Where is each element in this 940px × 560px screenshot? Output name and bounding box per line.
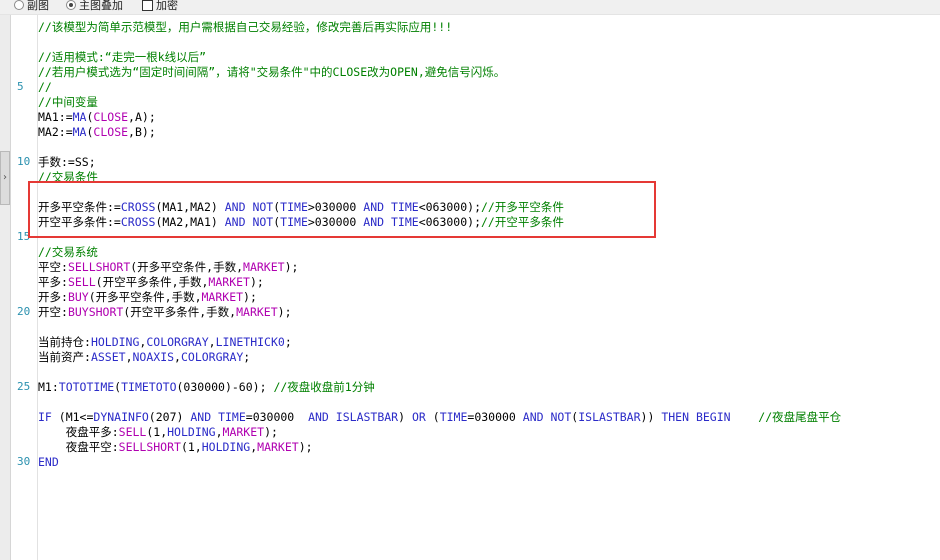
line-number: 20	[17, 305, 31, 318]
code-line-11: //交易条件	[38, 170, 98, 184]
subchart-option[interactable]: 副图	[14, 0, 49, 13]
line-number: 15	[17, 230, 31, 243]
code-line-18: 平多:SELL(开空平多条件,手数,MARKET);	[38, 275, 264, 289]
line-number: 25	[17, 380, 31, 393]
code-line-30: END	[38, 455, 59, 469]
code-line-29: 夜盘平空:SELLSHORT(1,HOLDING,MARKET);	[65, 440, 313, 454]
encrypt-label: 加密	[156, 0, 178, 12]
subchart-radio-icon[interactable]	[14, 0, 24, 10]
line-number: 30	[17, 455, 31, 468]
line-number-gutter: 5 10 15 20 25 30	[11, 15, 38, 560]
code-line-23: 当前资产:ASSET,NOAXIS,COLORGRAY;	[38, 350, 251, 364]
overlay-label: 主图叠加	[79, 0, 123, 12]
encrypt-option[interactable]: 加密	[142, 0, 178, 13]
code-line-16: //交易系统	[38, 245, 98, 259]
code-line-14: 开空平多条件:=CROSS(MA2,MA1) AND NOT(TIME>0300…	[38, 215, 564, 229]
code-line-8: MA2:=MA(CLOSE,B);	[38, 125, 156, 139]
formula-options-bar: 副图 主图叠加 加密	[0, 0, 940, 15]
code-line-6: //中间变量	[38, 95, 98, 109]
code-line-5: //	[38, 80, 52, 94]
code-line-13: 开多平空条件:=CROSS(MA1,MA2) AND NOT(TIME>0300…	[38, 200, 564, 214]
line-number: 5	[17, 80, 24, 93]
line-number: 10	[17, 155, 31, 168]
code-line-3: //适用模式:“走完一根k线以后”	[38, 50, 207, 64]
code-line-19: 开多:BUY(开多平空条件,手数,MARKET);	[38, 290, 257, 304]
chevron-right-icon: ›	[3, 172, 7, 183]
code-line-20: 开空:BUYSHORT(开空平多条件,手数,MARKET);	[38, 305, 292, 319]
expand-panel-button[interactable]: ›	[0, 151, 10, 205]
overlay-radio-icon[interactable]	[66, 0, 76, 10]
overlay-option[interactable]: 主图叠加	[66, 0, 123, 13]
code-editor[interactable]: //该模型为简单示范模型，用户需根据自己交易经验，修改完善后再实际应用!!! /…	[38, 15, 940, 560]
code-line-4: //若用户模式选为“固定时间间隔”，请将"交易条件"中的CLOSE改为OPEN,…	[38, 65, 506, 79]
subchart-label: 副图	[27, 0, 49, 12]
code-line-28: 夜盘平多:SELL(1,HOLDING,MARKET);	[65, 425, 278, 439]
code-line-22: 当前持仓:HOLDING,COLORGRAY,LINETHICK0;	[38, 335, 292, 349]
side-panel-strip: ›	[0, 15, 11, 560]
code-line-1: //该模型为简单示范模型，用户需根据自己交易经验，修改完善后再实际应用!!!	[38, 20, 453, 34]
code-line-27: IF (M1<=DYNAINFO(207) AND TIME=030000 AN…	[38, 410, 842, 424]
encrypt-checkbox-icon[interactable]	[142, 0, 153, 11]
code-line-7: MA1:=MA(CLOSE,A);	[38, 110, 156, 124]
code-line-10: 手数:=SS;	[38, 155, 96, 169]
code-line-25: M1:TOTOTIME(TIMETOTO(030000)-60); //夜盘收盘…	[38, 380, 375, 394]
code-line-17: 平空:SELLSHORT(开多平空条件,手数,MARKET);	[38, 260, 299, 274]
